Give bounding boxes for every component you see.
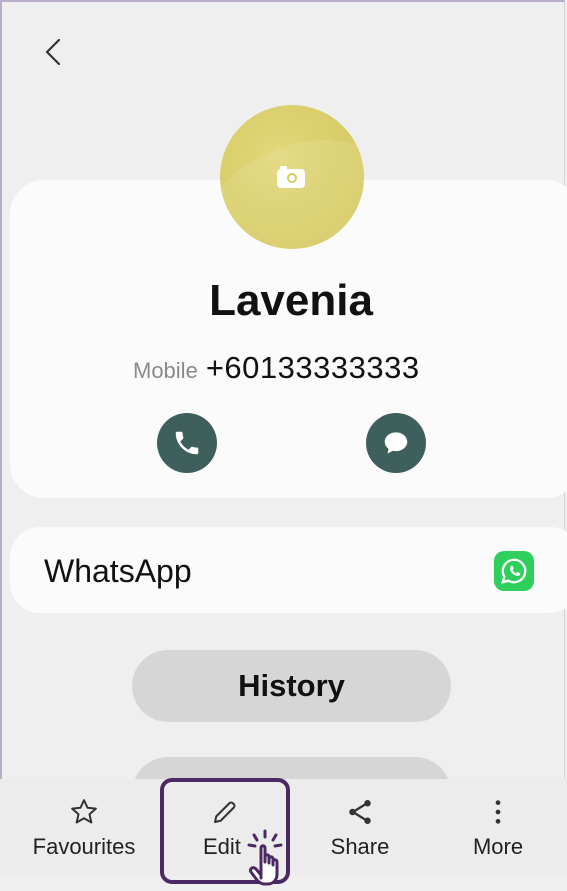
history-button[interactable]: History (132, 650, 451, 722)
call-button[interactable] (157, 413, 217, 473)
favourites-button[interactable]: Favourites (14, 795, 154, 860)
share-button[interactable]: Share (290, 795, 430, 860)
more-vertical-icon (495, 800, 501, 824)
share-label: Share (330, 834, 390, 859)
star-icon (71, 799, 97, 824)
chevron-left-icon (45, 38, 61, 66)
share-icon (349, 800, 371, 824)
back-button[interactable] (38, 36, 70, 68)
more-label: More (472, 834, 524, 859)
contact-name: Lavenia (209, 276, 373, 325)
camera-icon[interactable] (276, 165, 306, 189)
more-button[interactable]: More (428, 795, 567, 860)
phone-label: Mobile (133, 358, 198, 383)
phone-row[interactable]: Mobile +60133333333 (133, 350, 420, 390)
chat-bubble-icon (384, 432, 408, 454)
phone-icon (175, 431, 199, 455)
whatsapp-label: WhatsApp (44, 553, 192, 589)
hand-pointer-icon (236, 826, 296, 886)
whatsapp-icon[interactable] (494, 551, 534, 591)
favourites-label: Favourites (32, 834, 136, 859)
phone-number: +60133333333 (205, 350, 420, 385)
message-button[interactable] (366, 413, 426, 473)
